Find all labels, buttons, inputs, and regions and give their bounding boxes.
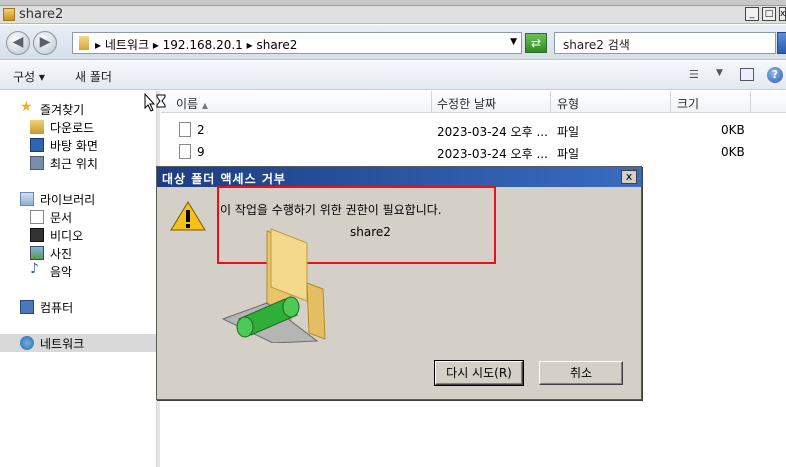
document-icon [30, 210, 44, 224]
column-type[interactable]: 유형 [557, 95, 579, 112]
column-header: 이름 ▲ 수정한 날짜 유형 크기 [161, 91, 786, 113]
warning-icon [170, 201, 206, 231]
column-size[interactable]: 크기 [677, 95, 699, 112]
dialog-title-bar[interactable]: 대상 폴더 액세스 거부 x [157, 167, 641, 187]
forward-arrow-icon: ▶ [39, 34, 51, 50]
access-denied-dialog: 대상 폴더 액세스 거부 x 이 작업을 수행하기 위한 권한이 필요합니다. … [156, 166, 642, 400]
search-icon[interactable] [777, 32, 786, 54]
back-button[interactable]: ◀ [6, 31, 30, 55]
desktop-icon [30, 138, 44, 152]
cancel-button[interactable]: 취소 [539, 361, 623, 385]
chevron-down-icon[interactable]: ▼ [510, 37, 517, 47]
address-bar[interactable]: ▸ 네트워크 ▸ 192.168.20.1 ▸ share2 ▼ [72, 32, 522, 54]
organize-button[interactable]: 구성 ▾ [13, 68, 45, 85]
computer-icon [20, 300, 34, 314]
recent-places-icon [30, 156, 44, 170]
library-icon [20, 192, 34, 206]
forward-button[interactable]: ▶ [33, 31, 57, 55]
network-icon [20, 336, 34, 350]
command-toolbar: 구성 ▾ 새 폴더 ☰ ▼ ? [0, 61, 786, 90]
file-icon [179, 122, 191, 137]
column-divider[interactable] [670, 91, 671, 113]
file-row[interactable]: 2 2023-03-24 오후 ... 파일 0KB [161, 120, 786, 140]
search-input[interactable]: share2 검색 [554, 32, 776, 54]
file-size: 0KB [721, 145, 745, 159]
minimize-button[interactable]: _ [745, 7, 759, 21]
network-folder-icon [79, 36, 89, 50]
busy-cursor-icon [144, 93, 166, 112]
refresh-icon: ⇄ [530, 36, 542, 50]
view-options-icon[interactable]: ☰ [689, 68, 703, 81]
window-title: share2 [19, 7, 64, 22]
dialog-message: 이 작업을 수행하기 위한 권한이 필요합니다. [220, 203, 442, 217]
file-modified: 2023-03-24 오후 ... [437, 147, 548, 161]
breadcrumb[interactable]: ▸ 네트워크 ▸ 192.168.20.1 ▸ share2 [95, 36, 297, 53]
column-divider[interactable] [750, 91, 751, 113]
column-modified[interactable]: 수정한 날짜 [437, 95, 496, 112]
address-bar-row: ◀ ▶ ▸ 네트워크 ▸ 192.168.20.1 ▸ share2 ▼ ⇄ s… [0, 25, 786, 60]
close-button[interactable]: x [779, 7, 786, 21]
star-icon: ★ [20, 99, 33, 115]
network-share-folder-icon [221, 228, 326, 343]
file-modified: 2023-03-24 오후 ... [437, 125, 548, 139]
video-icon [30, 228, 44, 242]
column-divider[interactable] [431, 91, 432, 113]
file-row[interactable]: 9 2023-03-24 오후 ... 파일 0KB [161, 142, 786, 162]
chevron-down-icon[interactable]: ▼ [716, 68, 730, 81]
picture-icon [30, 246, 44, 260]
dialog-close-button[interactable]: x [621, 170, 637, 184]
folder-icon [3, 8, 15, 21]
column-divider[interactable] [550, 91, 551, 113]
help-button[interactable]: ? [767, 67, 783, 83]
file-icon [179, 144, 191, 159]
file-type: 파일 [557, 147, 580, 161]
back-arrow-icon: ◀ [12, 34, 24, 50]
file-name: 2 [197, 123, 205, 137]
dialog-target-name: share2 [350, 225, 391, 239]
column-name[interactable]: 이름 ▲ [176, 95, 208, 112]
window-title-bar: share2 _ □ x [0, 6, 786, 24]
music-note-icon: ♪ [30, 261, 39, 277]
refresh-button[interactable]: ⇄ [525, 33, 547, 53]
dialog-title: 대상 폴더 액세스 거부 [162, 172, 286, 186]
nav-network[interactable]: 네트워크 [0, 334, 156, 352]
file-type: 파일 [557, 125, 580, 139]
file-name: 9 [197, 145, 205, 159]
file-size: 0KB [721, 123, 745, 137]
sort-up-icon: ▲ [201, 101, 209, 110]
retry-button[interactable]: 다시 시도(R) [434, 360, 524, 386]
preview-pane-icon[interactable] [740, 68, 754, 81]
new-folder-button[interactable]: 새 폴더 [75, 68, 112, 85]
downloads-folder-icon [30, 120, 44, 134]
navigation-pane: ★ 즐겨찾기 다운로드 바탕 화면 최근 위치 라이브러리 문서 비디오 사진 … [0, 91, 157, 467]
maximize-button[interactable]: □ [762, 7, 776, 21]
